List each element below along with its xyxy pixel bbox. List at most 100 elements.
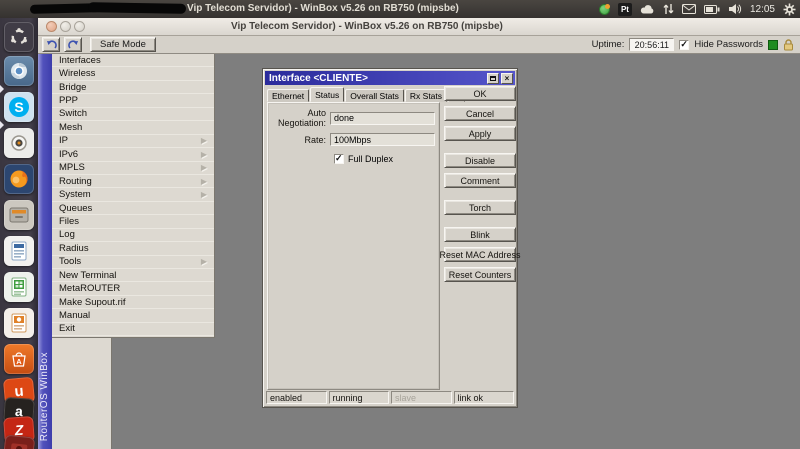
topbar-window-title: Vip Telecom Servidor) - WinBox v5.26 on …	[187, 3, 459, 14]
menu-item-radius[interactable]: Radius	[52, 242, 214, 256]
menu-item-tools[interactable]: Tools ▶	[52, 256, 214, 269]
routeros-brand-label: RouterOS WinBox	[39, 351, 50, 441]
hide-passwords-label: Hide Passwords	[694, 39, 763, 50]
cancel-button[interactable]: Cancel	[444, 106, 516, 121]
redo-button[interactable]	[64, 37, 82, 52]
libreoffice-impress-icon[interactable]	[4, 308, 34, 338]
dialog-title: Interface <CLIENTE>	[269, 72, 368, 84]
hide-passwords-checkbox[interactable]	[679, 39, 690, 50]
tab-rx-stats[interactable]: Rx Stats	[404, 89, 448, 102]
blink-button[interactable]: Blink	[444, 227, 516, 242]
libreoffice-writer-icon[interactable]	[4, 236, 34, 266]
volume-icon[interactable]	[728, 3, 742, 15]
status-link: link ok	[453, 391, 514, 404]
dialog-buttons: OK Cancel Apply Disable Comment Torch Bl…	[439, 86, 521, 287]
ubuntu-dash-icon[interactable]	[4, 22, 34, 52]
menu-item-ip[interactable]: IP ▶	[52, 135, 214, 149]
winbox-toolbar: Safe Mode Uptime: 20:56:11 Hide Password…	[38, 36, 800, 54]
submenu-arrow-icon: ▶	[200, 176, 207, 186]
menu-item-routing[interactable]: Routing ▶	[52, 175, 214, 189]
skype-icon[interactable]: S	[4, 92, 34, 122]
chromium-icon[interactable]	[4, 56, 34, 86]
menu-item-exit[interactable]: Exit	[52, 323, 214, 337]
dialog-titlebar[interactable]: Interface <CLIENTE> ×	[265, 71, 515, 85]
svg-text:A: A	[16, 357, 22, 366]
menu-item-bridge[interactable]: Bridge	[52, 81, 214, 95]
window-close-button[interactable]	[46, 21, 57, 32]
menu-item-switch[interactable]: Switch	[52, 108, 214, 122]
menu-item-log[interactable]: Log	[52, 229, 214, 243]
dialog-status-bar: enabled running slave link ok	[266, 391, 514, 404]
tab-overall-stats[interactable]: Overall Stats	[345, 89, 404, 102]
ok-button[interactable]: OK	[444, 86, 516, 101]
auto-negotiation-label: Auto Negotiation:	[277, 108, 326, 128]
menu-item-ipv6[interactable]: IPv6 ▶	[52, 148, 214, 162]
dialog-close-button[interactable]: ×	[501, 72, 513, 84]
menu-item-queues[interactable]: Queues	[52, 202, 214, 216]
menu-item-mesh[interactable]: Mesh	[52, 121, 214, 135]
menu-item-files[interactable]: Files	[52, 215, 214, 229]
safe-mode-button[interactable]: Safe Mode	[90, 37, 156, 52]
menu-item-ppp[interactable]: PPP	[52, 94, 214, 108]
menu-item-metarouter[interactable]: MetaROUTER	[52, 282, 214, 296]
svg-text:S: S	[14, 99, 23, 115]
clock[interactable]: 12:05	[750, 4, 775, 15]
running-indicator-arrow	[0, 85, 4, 93]
reset-mac-address-button[interactable]: Reset MAC Address	[439, 247, 521, 262]
menu-item-make-supout[interactable]: Make Supout.rif	[52, 296, 214, 310]
dialog-tabs: Ethernet Status Overall Stats Rx Stats .…	[267, 87, 466, 102]
tab-status[interactable]: Status	[310, 87, 345, 102]
system-tray: Pt 12:05	[598, 0, 796, 18]
submenu-arrow-icon: ▶	[200, 257, 207, 267]
battery-icon[interactable]	[703, 4, 720, 14]
rate-field[interactable]: 100Mbps	[330, 133, 435, 146]
window-maximize-button[interactable]	[74, 21, 85, 32]
menu-item-mpls[interactable]: MPLS ▶	[52, 162, 214, 175]
submenu-arrow-icon: ▶	[200, 163, 207, 173]
comment-button[interactable]: Comment	[444, 173, 516, 188]
uptime-value: 20:56:11	[629, 38, 675, 51]
status-tab-panel: Auto Negotiation: done Rate: 100Mbps Ful…	[267, 102, 440, 390]
dialog-maximize-button[interactable]	[487, 72, 499, 84]
mail-icon[interactable]	[681, 4, 696, 14]
disable-button[interactable]: Disable	[444, 153, 516, 168]
auto-negotiation-field[interactable]: done	[330, 111, 435, 125]
submenu-arrow-icon: ▶	[200, 149, 207, 159]
reset-counters-button[interactable]: Reset Counters	[444, 267, 516, 282]
undo-button[interactable]	[42, 37, 60, 52]
menu-item-new-terminal[interactable]: New Terminal	[52, 269, 214, 283]
presence-status-icon[interactable]	[598, 3, 610, 15]
session-gear-icon[interactable]	[783, 3, 796, 16]
sidebar-lower-panel	[52, 338, 112, 449]
routeros-brand-strip: RouterOS WinBox	[38, 54, 52, 449]
apply-button[interactable]: Apply	[444, 126, 516, 141]
libreoffice-calc-icon[interactable]	[4, 272, 34, 302]
window-minimize-button[interactable]	[60, 21, 71, 32]
torch-button[interactable]: Torch	[444, 200, 516, 215]
status-enabled: enabled	[266, 391, 327, 404]
software-center-icon[interactable]: A	[4, 344, 34, 374]
submenu-arrow-icon: ▶	[200, 136, 207, 146]
cloud-sync-icon[interactable]	[640, 4, 655, 14]
submenu-arrow-icon: ▶	[200, 190, 207, 200]
keyboard-layout-indicator[interactable]: Pt	[617, 2, 632, 16]
file-drawer-icon[interactable]	[4, 200, 34, 230]
menu-item-manual[interactable]: Manual	[52, 309, 214, 323]
firefox-icon[interactable]	[4, 164, 34, 194]
running-indicator-arrow	[0, 121, 4, 129]
redaction-blob	[87, 2, 187, 14]
window-title: Vip Telecom Servidor) - WinBox v5.26 on …	[231, 21, 503, 32]
menu-item-interfaces[interactable]: Interfaces	[52, 54, 214, 68]
menu-item-system[interactable]: System ▶	[52, 188, 214, 202]
status-running: running	[328, 391, 389, 404]
network-traffic-icon[interactable]	[663, 3, 674, 15]
stacked-app-icon[interactable]	[2, 434, 36, 449]
window-titlebar: Vip Telecom Servidor) - WinBox v5.26 on …	[0, 18, 800, 51]
tab-ethernet[interactable]: Ethernet	[267, 89, 310, 102]
lock-icon	[783, 38, 794, 51]
uptime-label: Uptime:	[591, 39, 625, 50]
menu-item-wireless[interactable]: Wireless	[52, 67, 214, 81]
full-duplex-checkbox[interactable]	[334, 153, 344, 164]
media-player-icon[interactable]	[4, 128, 34, 158]
rate-label: Rate:	[304, 134, 326, 145]
